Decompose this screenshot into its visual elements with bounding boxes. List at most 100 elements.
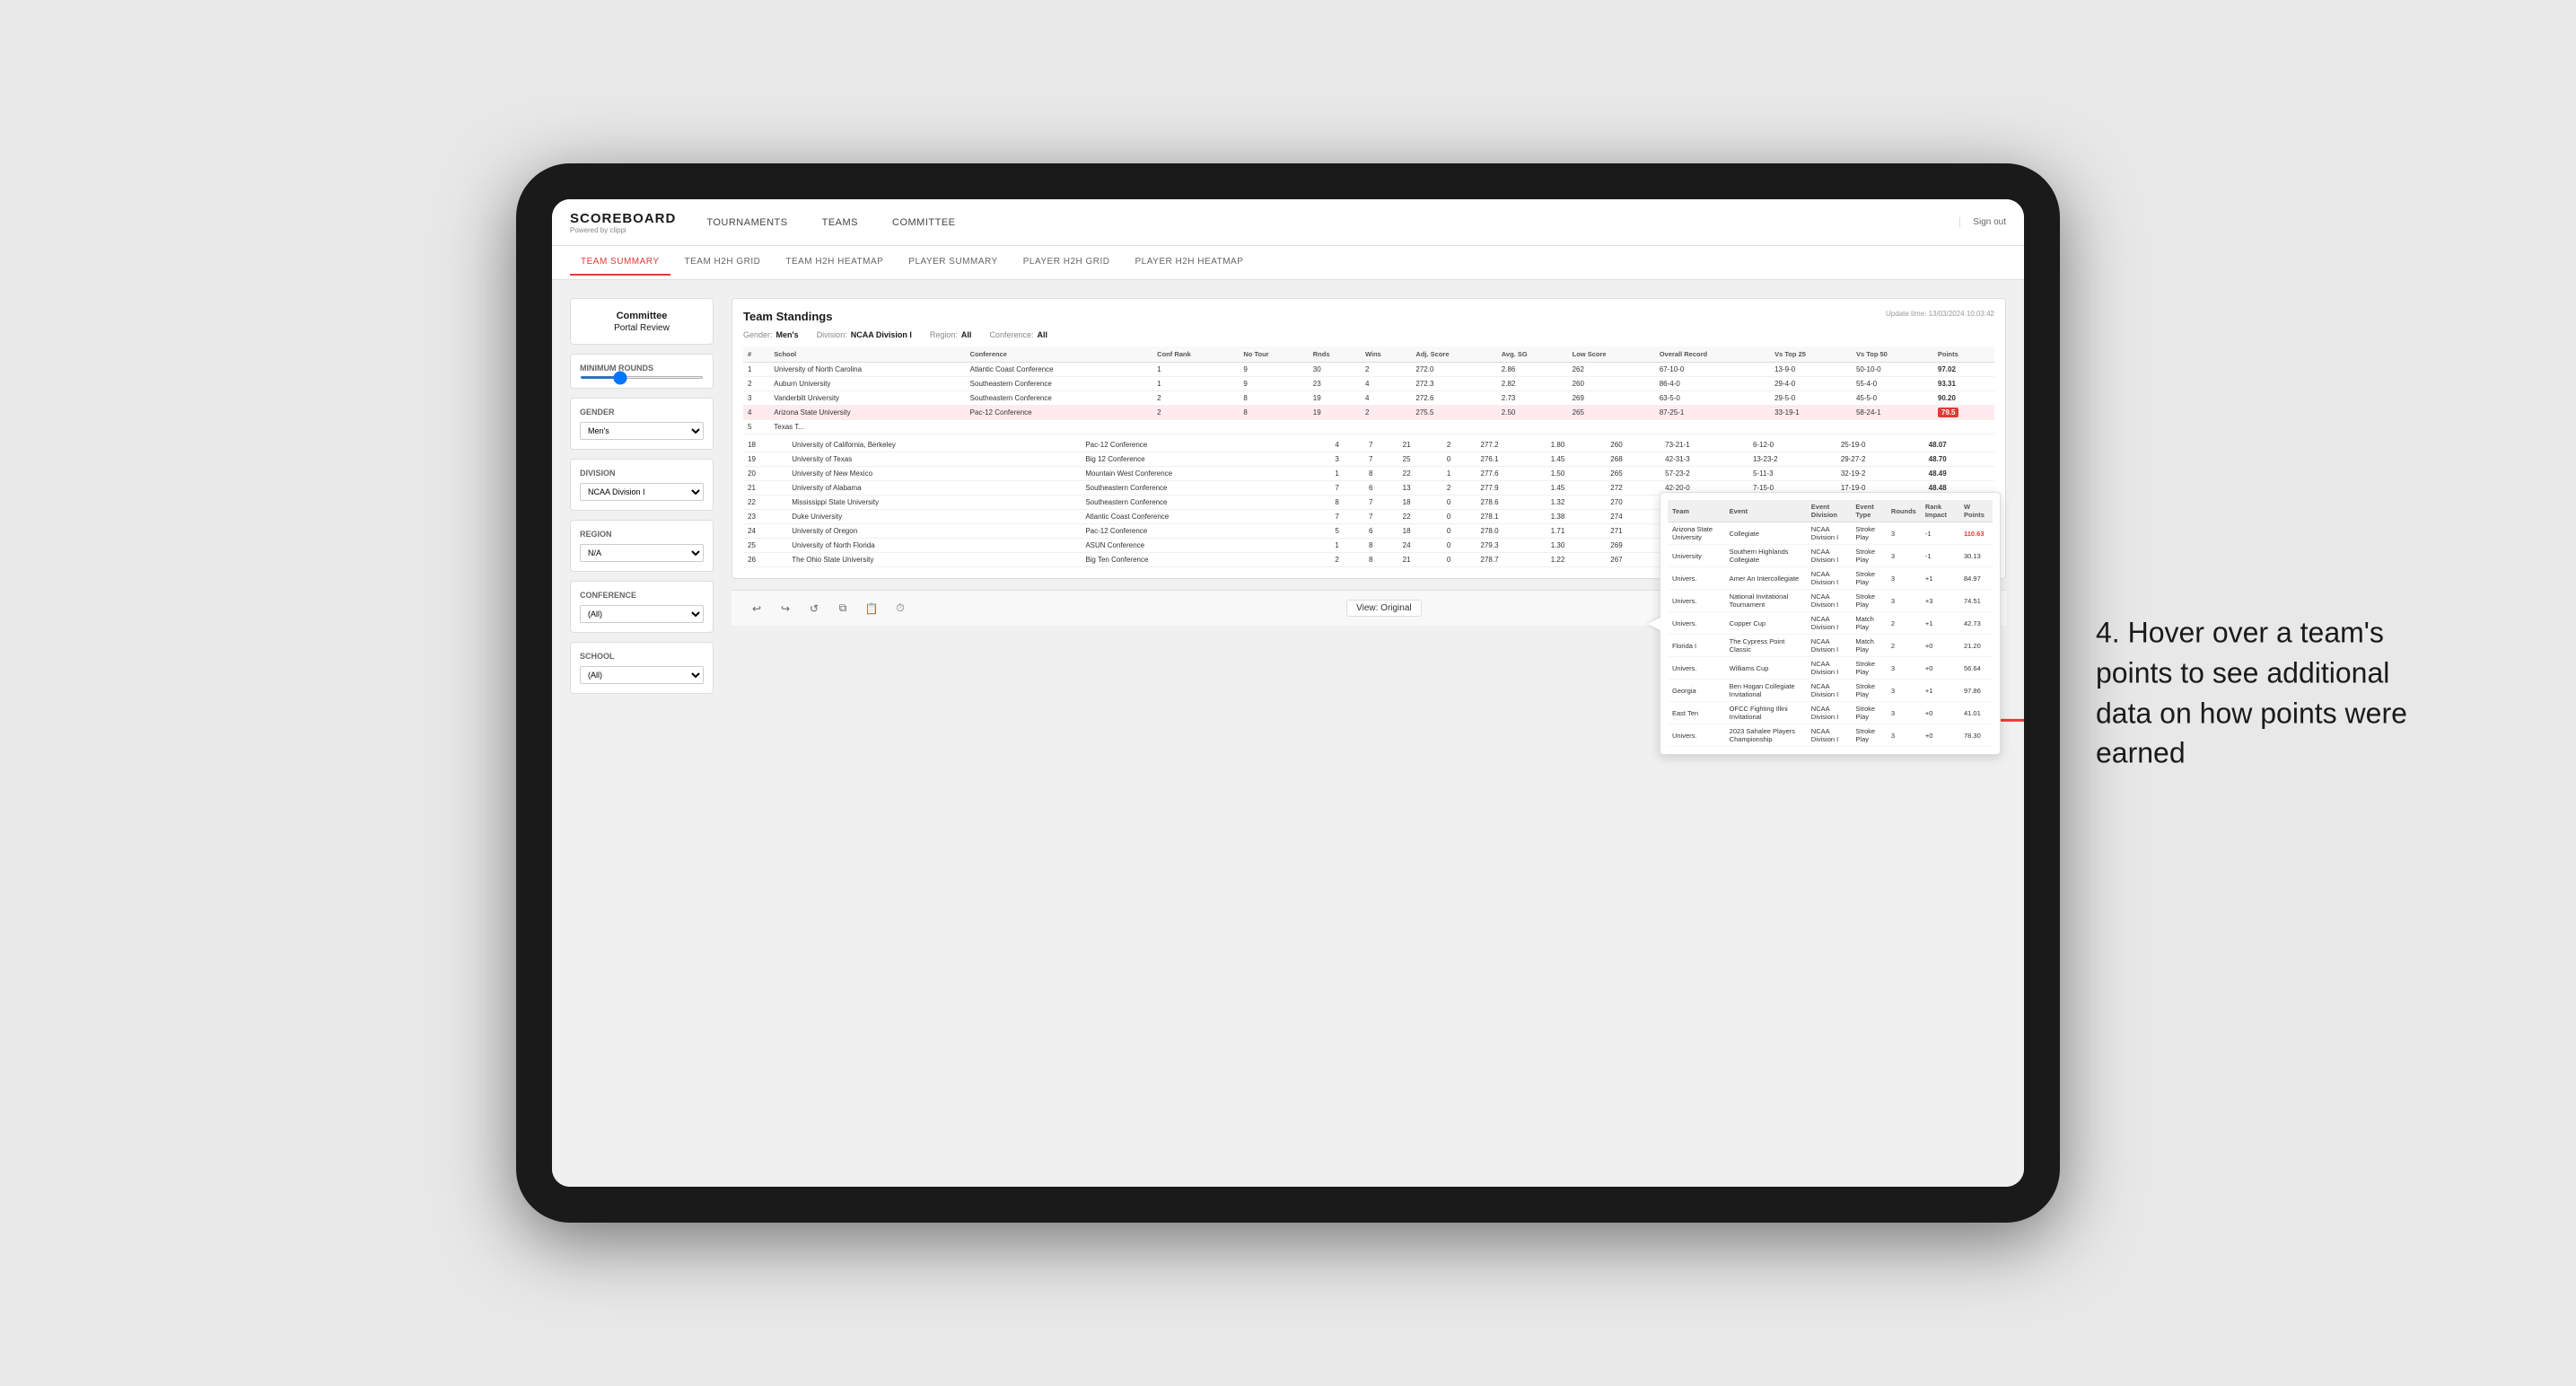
t25-1: 13-9-0	[1770, 363, 1852, 377]
rnds-18: 21	[1398, 438, 1442, 452]
tt-type-3: Stroke Play	[1851, 567, 1887, 590]
tt-rank-5: +1	[1921, 612, 1959, 635]
reset-button[interactable]: ↺	[803, 598, 825, 619]
t50-4: 58-24-1	[1852, 406, 1933, 420]
school-select[interactable]: (All)	[580, 666, 704, 684]
ntour-19: 7	[1364, 452, 1398, 467]
tt-type-8: Stroke Play	[1851, 680, 1887, 702]
ovr-19: 42-31-3	[1660, 452, 1748, 467]
wins-22: 0	[1442, 496, 1476, 510]
list-item: Univers. National Invitational Tournamen…	[1668, 590, 1993, 612]
nav-item-committee[interactable]: COMMITTEE	[889, 203, 959, 242]
pts-3: 90.20	[1933, 391, 1994, 406]
standings-table: # School Conference Conf Rank No Tour Rn…	[743, 346, 1994, 434]
conf-23: Atlantic Coast Conference	[1081, 510, 1330, 524]
tab-team-summary[interactable]: TEAM SUMMARY	[570, 250, 670, 276]
timer-button[interactable]: ⏱	[889, 598, 911, 619]
tab-player-h2h-heatmap[interactable]: PLAYER H2H HEATMAP	[1125, 250, 1255, 276]
low-23: 274	[1606, 510, 1660, 524]
avg-23: 1.38	[1546, 510, 1607, 524]
sidebar-region: Region N/A East West	[570, 520, 714, 572]
tt-rank-4: +3	[1921, 590, 1959, 612]
tt-type-6: Match Play	[1851, 635, 1887, 657]
rank-26: 26	[743, 553, 787, 567]
tab-player-h2h-grid[interactable]: PLAYER H2H GRID	[1012, 250, 1121, 276]
division-select[interactable]: NCAA Division I NCAA Division II	[580, 483, 704, 501]
tt-col-event: Event	[1725, 500, 1807, 522]
conf-21: Southeastern Conference	[1081, 481, 1330, 496]
pts-4[interactable]: 79.5	[1933, 406, 1994, 420]
nav-item-teams[interactable]: TEAMS	[819, 203, 862, 242]
standings-card: Team Standings Update time: 13/03/2024 1…	[732, 298, 2006, 579]
list-item: University Southern Highlands Collegiate…	[1668, 545, 1993, 567]
col-vs-top50: Vs Top 50	[1852, 346, 1933, 363]
wins-4: 2	[1361, 406, 1411, 420]
conf-3: Southeastern Conference	[966, 391, 1153, 406]
col-avg-sg: Avg. SG	[1497, 346, 1568, 363]
t25-20: 5-11-3	[1748, 467, 1836, 481]
avg-3: 2.73	[1497, 391, 1568, 406]
list-item: Univers. Amer An Intercollegiate NCAA Di…	[1668, 567, 1993, 590]
avg-4: 2.50	[1497, 406, 1568, 420]
pts-19: 48.70	[1924, 452, 1994, 467]
rank-25: 25	[743, 539, 787, 553]
wins-21: 2	[1442, 481, 1476, 496]
t50-19: 29-27-2	[1836, 452, 1924, 467]
filter-row: Gender: Men's Division: NCAA Division I …	[743, 330, 1994, 339]
undo-button[interactable]: ↩	[746, 598, 767, 619]
col-overall-record: Overall Record	[1655, 346, 1770, 363]
ntour-25: 8	[1364, 539, 1398, 553]
col-low-score: Low Score	[1568, 346, 1655, 363]
tt-rank-8: +1	[1921, 680, 1959, 702]
t50-20: 32-19-2	[1836, 467, 1924, 481]
division-label: Division	[580, 469, 704, 478]
min-rounds-slider[interactable]	[580, 376, 704, 379]
paste-button[interactable]: 📋	[861, 598, 882, 619]
table-row: 20 University of New Mexico Mountain Wes…	[743, 467, 1994, 481]
tt-rnds-8: 3	[1887, 680, 1921, 702]
ntour-4: 8	[1239, 406, 1308, 420]
school-21: University of Alabama	[787, 481, 1081, 496]
low-21: 272	[1606, 481, 1660, 496]
school-5: Texas T...	[769, 420, 965, 434]
tt-rnds-9: 3	[1887, 702, 1921, 724]
adj-24: 278.0	[1476, 524, 1546, 539]
rnds-25: 24	[1398, 539, 1442, 553]
low-24: 271	[1606, 524, 1660, 539]
avg-22: 1.32	[1546, 496, 1607, 510]
ovr-4: 87-25-1	[1655, 406, 1770, 420]
nav-item-tournaments[interactable]: TOURNAMENTS	[703, 203, 791, 242]
tt-event-8: Ben Hogan Collegiate Invitational	[1725, 680, 1807, 702]
gender-select[interactable]: Men's Women's	[580, 422, 704, 440]
copy-button[interactable]: ⧉	[832, 598, 854, 619]
table-body: 1 University of North Carolina Atlantic …	[743, 363, 1994, 434]
crank-23: 7	[1330, 510, 1364, 524]
table-row: 2 Auburn University Southeastern Confere…	[743, 377, 1994, 391]
tt-col-type: Event Type	[1851, 500, 1887, 522]
adj-3: 272.6	[1411, 391, 1496, 406]
tab-player-summary[interactable]: PLAYER SUMMARY	[898, 250, 1008, 276]
tt-rnds-5: 2	[1887, 612, 1921, 635]
tab-team-h2h-grid[interactable]: TEAM H2H GRID	[674, 250, 772, 276]
pts-2: 93.31	[1933, 377, 1994, 391]
low-26: 267	[1606, 553, 1660, 567]
tt-event-10: 2023 Sahalee Players Championship	[1725, 724, 1807, 747]
conference-select[interactable]: (All) ACC SEC	[580, 605, 704, 623]
region-select[interactable]: N/A East West	[580, 544, 704, 562]
filter-conference: Conference: All	[989, 330, 1047, 339]
tablet-screen: SCOREBOARD Powered by clippi TOURNAMENTS…	[552, 199, 2024, 1187]
conf-19: Big 12 Conference	[1081, 452, 1330, 467]
rnds-2: 23	[1309, 377, 1361, 391]
t50-18: 25-19-0	[1836, 438, 1924, 452]
view-original-button[interactable]: View: Original	[1346, 600, 1422, 617]
tt-team-10: Univers.	[1668, 724, 1725, 747]
crank-19: 3	[1330, 452, 1364, 467]
tt-event-1: Collegiate	[1725, 522, 1807, 545]
avg-19: 1.45	[1546, 452, 1607, 467]
tab-team-h2h-heatmap[interactable]: TEAM H2H HEATMAP	[775, 250, 894, 276]
tt-wpts-3: 84.97	[1959, 567, 1993, 590]
sign-out-button[interactable]: Sign out	[1959, 217, 2006, 227]
logo-text: SCOREBOARD	[570, 211, 676, 226]
redo-button[interactable]: ↪	[775, 598, 796, 619]
nav-items: TOURNAMENTS TEAMS COMMITTEE	[703, 203, 1959, 242]
